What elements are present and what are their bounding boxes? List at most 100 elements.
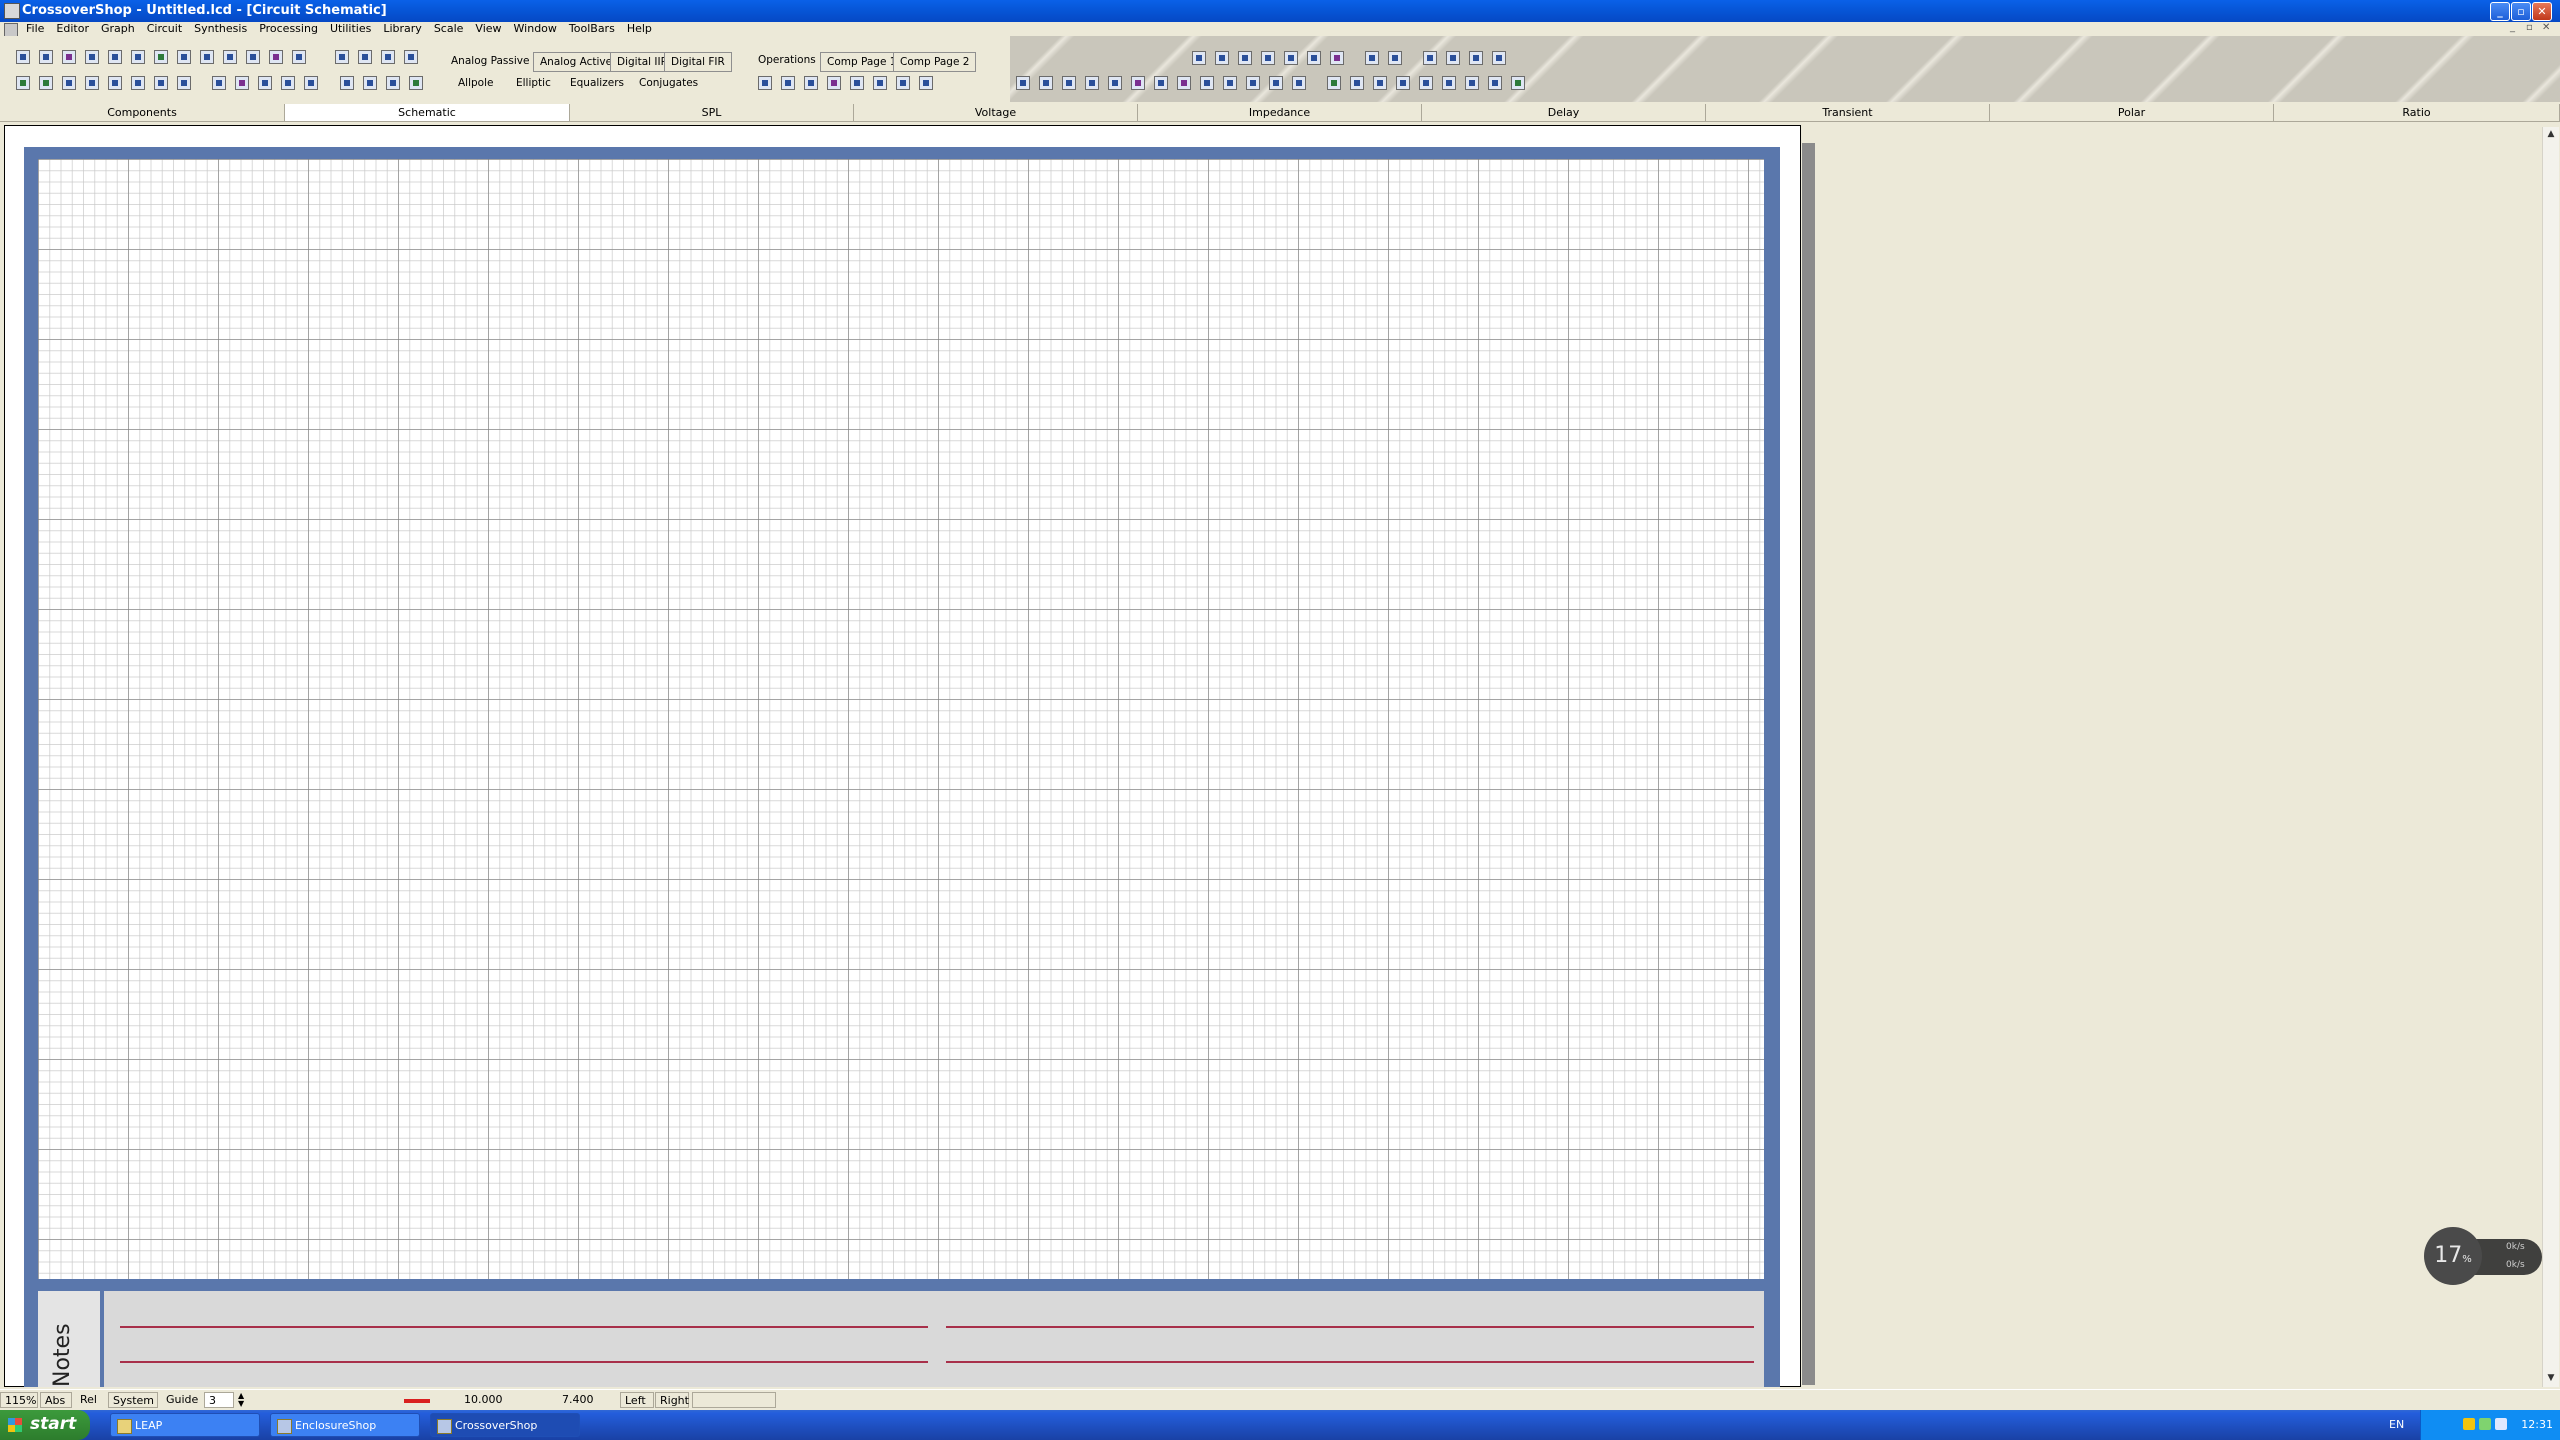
graph-impulse-icon[interactable] — [1246, 76, 1260, 90]
graph-phase-icon[interactable] — [1177, 76, 1191, 90]
tool-database-icon[interactable] — [1373, 76, 1387, 90]
right-button[interactable]: Right — [655, 1392, 689, 1408]
undo-icon[interactable] — [335, 50, 349, 64]
tab-components[interactable]: Components — [0, 104, 285, 121]
menu-library[interactable]: Library — [379, 22, 429, 36]
synth-conjugates[interactable]: Conjugates — [633, 74, 704, 92]
view-schematic-icon[interactable] — [1192, 51, 1206, 65]
select-all-icon[interactable] — [850, 76, 864, 90]
app-icon[interactable] — [4, 3, 20, 19]
menu-processing[interactable]: Processing — [255, 22, 326, 36]
tab-schematic[interactable]: Schematic — [285, 104, 570, 121]
page-setup-icon[interactable] — [200, 50, 214, 64]
synth-allpole[interactable]: Allpole — [452, 74, 499, 92]
zoom-in-icon[interactable] — [16, 76, 30, 90]
view-sweep-icon[interactable] — [1307, 51, 1321, 65]
graph-spl-icon[interactable] — [1016, 76, 1030, 90]
tool-optimize-icon[interactable] — [1488, 76, 1502, 90]
document-icon[interactable] — [4, 23, 18, 37]
properties-icon[interactable] — [292, 50, 306, 64]
tab-spl[interactable]: SPL — [570, 104, 854, 121]
flip-icon[interactable] — [919, 76, 933, 90]
graph-ratio-icon[interactable] — [1154, 76, 1168, 90]
graph-excursion-icon[interactable] — [1292, 76, 1306, 90]
left-button[interactable]: Left — [620, 1392, 654, 1408]
tool-measure-icon[interactable] — [1465, 76, 1479, 90]
mdi-minimize-button[interactable]: _ — [2510, 22, 2515, 33]
graph-transient-icon[interactable] — [1108, 76, 1122, 90]
menu-scale[interactable]: Scale — [430, 22, 472, 36]
copy-icon[interactable] — [781, 76, 795, 90]
abs-button[interactable]: Abs — [40, 1392, 72, 1408]
menu-window[interactable]: Window — [510, 22, 565, 36]
view-legend-icon[interactable] — [1492, 51, 1506, 65]
view-marker-icon[interactable] — [1469, 51, 1483, 65]
synth-elliptic[interactable]: Elliptic — [510, 74, 557, 92]
shield-icon[interactable] — [2495, 1418, 2507, 1430]
notes-panel[interactable] — [38, 1291, 1764, 1387]
save-icon[interactable] — [108, 50, 122, 64]
view-split-icon[interactable] — [1365, 51, 1379, 65]
taskbar-item-crossovershop[interactable]: CrossoverShop — [430, 1413, 580, 1437]
scroll-up-icon[interactable]: ▲ — [2543, 127, 2559, 141]
menu-synthesis[interactable]: Synthesis — [190, 22, 255, 36]
tool-driver-icon[interactable] — [1396, 76, 1410, 90]
tool-search-icon[interactable] — [1442, 76, 1456, 90]
printer-setup-icon[interactable] — [269, 50, 283, 64]
node-icon[interactable] — [258, 76, 272, 90]
tab-voltage[interactable]: Voltage — [854, 104, 1138, 121]
zoom-out-icon[interactable] — [39, 76, 53, 90]
tab-comp-page-1[interactable]: Comp Page 1 — [820, 52, 904, 72]
graph-power-icon[interactable] — [1269, 76, 1283, 90]
align-left-icon[interactable] — [340, 76, 354, 90]
tab-ratio[interactable]: Ratio — [2274, 104, 2560, 121]
open-file-icon[interactable] — [39, 50, 53, 64]
menu-utilities[interactable]: Utilities — [326, 22, 379, 36]
graph-polar-icon[interactable] — [1131, 76, 1145, 90]
synth-equalizers[interactable]: Equalizers — [564, 74, 630, 92]
menu-circuit[interactable]: Circuit — [143, 22, 190, 36]
view-driver-icon[interactable] — [1284, 51, 1298, 65]
cut-icon[interactable] — [758, 76, 772, 90]
grid-icon[interactable] — [212, 76, 226, 90]
import-icon[interactable] — [177, 50, 191, 64]
graph-delay-icon[interactable] — [1085, 76, 1099, 90]
view-compare-icon[interactable] — [1388, 51, 1402, 65]
wire-icon[interactable] — [235, 76, 249, 90]
vertical-scrollbar[interactable]: ▲ ▼ — [2542, 127, 2559, 1387]
print-preview-icon[interactable] — [223, 50, 237, 64]
tab-analog-passive[interactable]: Analog Passive — [445, 52, 535, 70]
paste-icon[interactable] — [804, 76, 818, 90]
close-button[interactable]: ✕ — [2532, 2, 2552, 21]
view-target-icon[interactable] — [1330, 51, 1344, 65]
tool-folder-icon[interactable] — [1327, 76, 1341, 90]
open-folder-icon[interactable] — [62, 50, 76, 64]
cascade-icon[interactable] — [381, 50, 395, 64]
tile-icon[interactable] — [358, 50, 372, 64]
graph-step-icon[interactable] — [1223, 76, 1237, 90]
tab-impedance[interactable]: Impedance — [1138, 104, 1422, 121]
menu-help[interactable]: Help — [623, 22, 660, 36]
taskbar-item-leap[interactable]: LEAP — [110, 1413, 260, 1437]
graph-voltage-icon[interactable] — [1039, 76, 1053, 90]
export-icon[interactable] — [154, 50, 168, 64]
tool-box-icon[interactable] — [1419, 76, 1433, 90]
zoom-width-icon[interactable] — [108, 76, 122, 90]
menu-editor[interactable]: Editor — [52, 22, 97, 36]
zoom-reset-icon[interactable] — [177, 76, 191, 90]
tab-analog-active[interactable]: Analog Active — [533, 52, 620, 72]
align-center-icon[interactable] — [363, 76, 377, 90]
graph-group-icon[interactable] — [1200, 76, 1214, 90]
print-icon[interactable] — [246, 50, 260, 64]
refresh-icon[interactable] — [409, 76, 423, 90]
view-cursor-icon[interactable] — [1446, 51, 1460, 65]
zoom-select-icon[interactable] — [154, 76, 168, 90]
tool-library-icon[interactable] — [1350, 76, 1364, 90]
part-icon[interactable] — [281, 76, 295, 90]
menu-view[interactable]: View — [471, 22, 509, 36]
duplicate-icon[interactable] — [873, 76, 887, 90]
delete-icon[interactable] — [827, 76, 841, 90]
view-overlay-icon[interactable] — [1423, 51, 1437, 65]
arrange-icon[interactable] — [404, 50, 418, 64]
view-probe-icon[interactable] — [1261, 51, 1275, 65]
